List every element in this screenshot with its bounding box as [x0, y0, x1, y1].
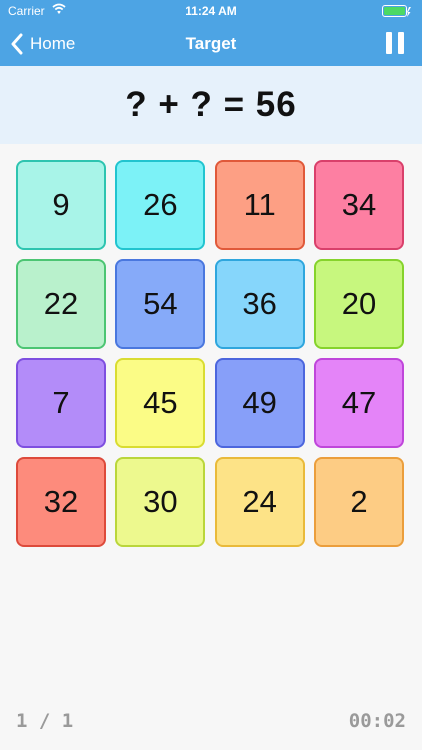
number-tile[interactable]: 54 — [115, 259, 206, 349]
page-title: Target — [185, 34, 237, 53]
number-tile[interactable]: 30 — [115, 457, 206, 547]
target-equation: ? + ? = 56 — [125, 85, 297, 124]
battery-icon — [382, 5, 411, 17]
number-tile[interactable]: 2 — [313, 457, 404, 547]
number-tile[interactable]: 45 — [115, 358, 206, 448]
number-tile[interactable]: 7 — [16, 358, 106, 448]
number-tile[interactable]: 34 — [313, 160, 404, 250]
equation-bar: ? + ? = 56 — [0, 66, 422, 144]
status-bar: Carrier 11:24 AM — [0, 0, 422, 22]
pause-icon — [386, 32, 392, 54]
level-progress: 1 / 1 — [16, 710, 74, 732]
elapsed-timer: 00:02 — [348, 710, 406, 732]
number-tile[interactable]: 24 — [214, 457, 305, 547]
navigation-bar: Home Target — [0, 22, 422, 66]
number-tile[interactable]: 22 — [16, 259, 106, 349]
number-tile[interactable]: 47 — [313, 358, 404, 448]
number-tile[interactable]: 20 — [313, 259, 404, 349]
number-tile[interactable]: 49 — [214, 358, 305, 448]
number-tile-grid: 9 26 11 34 22 54 36 20 7 45 49 47 32 30 24 2 — [16, 160, 404, 547]
pause-button[interactable] — [386, 32, 404, 54]
status-time: 11:24 AM — [185, 4, 237, 18]
top-bar: Carrier 11:24 AM Home Target — [0, 0, 422, 66]
number-tile[interactable]: 26 — [115, 160, 206, 250]
number-tile[interactable]: 36 — [214, 259, 305, 349]
number-tile[interactable]: 32 — [16, 457, 106, 547]
number-tile[interactable]: 11 — [214, 160, 305, 250]
number-tile[interactable]: 9 — [16, 160, 106, 250]
